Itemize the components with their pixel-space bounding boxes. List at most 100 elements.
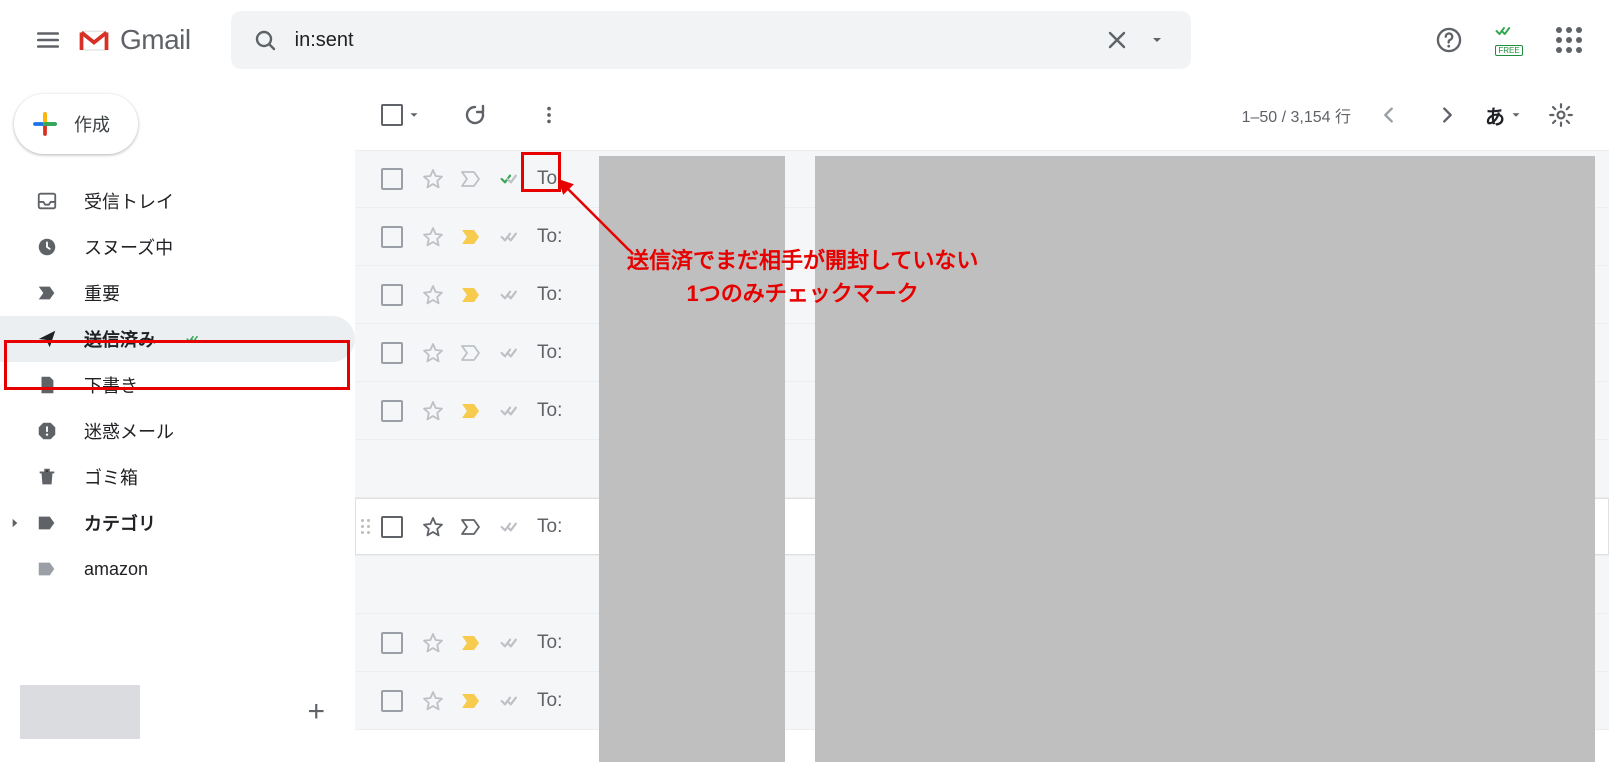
sidebar-item-amazon[interactable]: amazon [0,546,355,592]
sidebar-item-categories[interactable]: カテゴリ [0,500,355,546]
row-checkbox[interactable] [381,226,403,248]
sidebar-item-label: 送信済み [84,326,156,352]
checkbox-icon [381,516,403,538]
main-menu-button[interactable] [24,16,72,64]
row-star[interactable] [421,515,445,539]
sidebar-item-label: 重要 [84,280,120,306]
refresh-button[interactable] [455,95,495,135]
more-button[interactable] [529,95,569,135]
sidebar-item-label: スヌーズ中 [84,234,173,260]
redaction-mask-sender [599,156,785,762]
compose-button[interactable]: 作成 [14,94,138,154]
search-icon [253,28,277,52]
important-icon [459,399,483,423]
checkbox-icon [381,284,403,306]
row-star[interactable] [421,341,445,365]
google-apps-button[interactable] [1549,20,1589,60]
row-important[interactable] [459,631,483,655]
star-icon [421,225,445,249]
checkbox-icon [381,168,403,190]
star-icon [421,283,445,307]
hangouts-bar: + [0,662,355,762]
hangouts-avatar[interactable] [20,685,140,739]
checkbox-icon [381,690,403,712]
double-check-icon [496,517,524,537]
important-icon [459,225,483,249]
row-important[interactable] [459,167,483,191]
row-checkbox[interactable] [381,284,403,306]
star-icon [421,399,445,423]
row-checkbox[interactable] [381,168,403,190]
row-checkbox[interactable] [381,342,403,364]
row-track-status [493,401,527,421]
select-all-button[interactable] [381,104,421,126]
row-track-status [493,691,527,711]
caret-down-icon [1149,32,1165,48]
row-track-status [493,285,527,305]
spam-icon [34,420,60,442]
sidebar-item-inbox[interactable]: 受信トレイ [0,178,355,224]
pagination-range: 1–50 / 3,154 行 [1242,103,1351,127]
drag-handle-icon[interactable] [361,519,370,534]
hangouts-new-button[interactable]: + [307,695,325,729]
input-tools-button[interactable]: あ [1485,101,1523,130]
row-to-label: To: [537,226,562,248]
gmail-logo[interactable]: Gmail [74,24,191,56]
free-label: FREE [1495,45,1522,56]
sidebar-item-snoozed[interactable]: スヌーズ中 [0,224,355,270]
checkbox-icon [381,342,403,364]
important-icon [459,341,483,365]
mailtrack-badge[interactable]: FREE [1489,22,1529,58]
row-track-status [493,227,527,247]
search-button[interactable] [245,20,285,60]
row-important[interactable] [459,225,483,249]
settings-button[interactable] [1541,95,1581,135]
sidebar-item-spam[interactable]: 迷惑メール [0,408,355,454]
gear-icon [1548,102,1574,128]
refresh-icon [463,103,487,127]
row-important[interactable] [459,283,483,307]
row-star[interactable] [421,399,445,423]
sidebar-item-sent[interactable]: 送信済み [0,316,355,362]
chevron-left-icon [1378,104,1400,126]
double-check-icon [496,691,524,711]
row-important[interactable] [459,515,483,539]
row-star[interactable] [421,283,445,307]
row-checkbox[interactable] [381,690,403,712]
sidebar-item-drafts[interactable]: 下書き [0,362,355,408]
redaction-mask-body [815,156,1595,762]
row-checkbox[interactable] [381,400,403,422]
search-bar [231,11,1191,69]
double-check-icon [496,343,524,363]
help-button[interactable] [1429,20,1469,60]
search-clear-button[interactable] [1097,20,1137,60]
prev-page-button[interactable] [1369,95,1409,135]
more-icon [538,104,560,126]
star-icon [421,689,445,713]
row-star[interactable] [421,167,445,191]
important-icon [459,283,483,307]
search-input[interactable] [285,29,1097,52]
menu-icon [35,27,61,53]
row-important[interactable] [459,341,483,365]
row-star[interactable] [421,225,445,249]
sidebar-item-important[interactable]: 重要 [0,270,355,316]
row-to-label: To: [537,284,562,306]
row-checkbox[interactable] [381,632,403,654]
row-star[interactable] [421,689,445,713]
row-to-label: To: [537,168,562,190]
next-page-button[interactable] [1427,95,1467,135]
search-options-button[interactable] [1137,20,1177,60]
row-important[interactable] [459,399,483,423]
sidebar-item-label: amazon [84,559,148,580]
row-to-label: To: [537,632,562,654]
row-important[interactable] [459,689,483,713]
header: Gmail FREE [0,0,1609,80]
row-star[interactable] [421,631,445,655]
plus-icon [30,109,60,139]
sidebar-item-trash[interactable]: ゴミ箱 [0,454,355,500]
main-area: 1–50 / 3,154 行 あ To:To:To:To:To:To:To:To… [355,80,1609,762]
sidebar-item-label: カテゴリ [84,510,156,536]
double-check-icon [496,169,524,189]
row-checkbox[interactable] [381,516,403,538]
